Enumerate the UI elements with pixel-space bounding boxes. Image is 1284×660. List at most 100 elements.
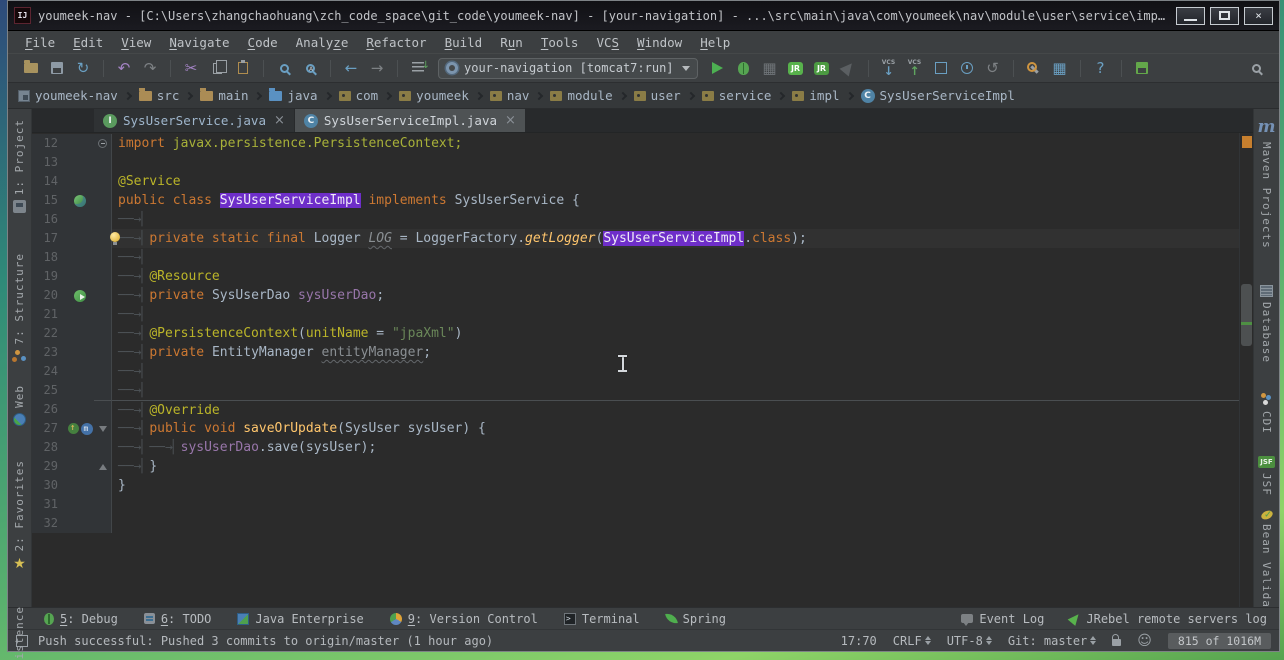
line-number[interactable]: 32 [32,514,66,533]
code-line[interactable]: 19──→▏@Resource [32,267,1239,286]
code-token[interactable]: private static final [149,231,313,246]
tool-window-button-maven-projects[interactable]: mMaven Projects [1258,117,1276,249]
menu-run[interactable]: Run [491,33,532,52]
autowired-icon[interactable] [74,290,86,302]
code-text[interactable]: ──→▏@PersistenceContext(unitName = "jpaX… [112,324,1239,343]
tool-window-button-event-log[interactable]: Event Log [961,612,1044,626]
fold-gutter[interactable] [94,153,112,172]
tab-whitespace[interactable]: ──→▏ [118,421,149,436]
synchronize-icon[interactable]: ↻ [71,56,95,80]
tool-window-button-cdi[interactable]: CDI [1260,393,1273,434]
code-token[interactable]: implements [368,193,446,208]
line-number[interactable]: 13 [32,153,66,172]
breadcrumb-item-impl[interactable]: impl [792,88,839,103]
line-number[interactable]: 19 [32,267,66,286]
line-number[interactable]: 26 [32,400,66,419]
line-number[interactable]: 23 [32,343,66,362]
menu-view[interactable]: View [112,33,160,52]
editor-scrollbar-thumb[interactable] [1241,284,1252,346]
code-text[interactable] [112,153,1239,172]
menu-tools[interactable]: Tools [532,33,588,52]
open-folder-icon-button[interactable] [19,56,43,80]
memory-indicator[interactable]: 815 of 1016M [1168,633,1271,649]
code-token[interactable]: sysUserDao [181,440,259,455]
overriding-method-icon[interactable] [68,423,79,434]
code-token[interactable]: ) [455,326,463,341]
tool-window-button-jsf[interactable]: JSFJSF [1258,456,1274,496]
code-text[interactable]: public class SysUserServiceImpl implemen… [112,191,1239,210]
code-line[interactable]: 12import javax.persistence.PersistenceCo… [32,134,1239,153]
breadcrumb-item-user[interactable]: user [634,88,681,103]
fold-minus-icon[interactable] [98,139,107,148]
line-number[interactable]: 22 [32,324,66,343]
code-token[interactable] [165,136,173,151]
warning-stripe-mark[interactable] [1242,136,1252,148]
code-token[interactable]: SysUserService { [447,193,580,208]
fold-gutter[interactable] [94,191,112,210]
tab-whitespace[interactable]: ──→▏ [118,269,149,284]
fold-gutter[interactable] [94,495,112,514]
fold-gutter[interactable] [94,514,112,533]
code-token[interactable]: ); [791,231,807,246]
cut-icon[interactable]: ✂ [179,56,203,80]
readonly-lock-widget[interactable] [1112,636,1121,646]
tool-window-button-java-enterprise[interactable]: Java Enterprise [237,612,363,626]
run-icon-button[interactable] [706,56,730,80]
fold-gutter[interactable] [94,381,112,400]
code-token[interactable]: ( [298,326,306,341]
code-token[interactable]: (SysUser sysUser) { [337,421,486,436]
code-token[interactable]: EntityManager [212,345,322,360]
vcs-stripe-mark[interactable] [1241,322,1252,325]
vcs-commit-icon[interactable]: VCS↑ [903,56,927,80]
fold-gutter[interactable] [94,229,112,248]
fold-gutter[interactable] [94,324,112,343]
code-line[interactable]: 26──→▏@Override [32,400,1239,419]
coverage-icon[interactable]: ▦ [758,56,782,80]
rollback-icon[interactable]: ↺ [981,56,1005,80]
code-token[interactable]: sysUserDao [298,288,376,303]
fold-gutter[interactable] [94,172,112,191]
fold-gutter[interactable] [94,362,112,381]
breadcrumb-item-src[interactable]: src [139,88,180,103]
vcs-branch-widget[interactable]: Git: master [1008,634,1096,648]
shelve-icon-button[interactable] [929,56,953,80]
undo-icon[interactable]: ↶ [112,56,136,80]
menu-help[interactable]: Help [691,33,739,52]
tool-window-button-9-version-control[interactable]: 9: Version Control [390,612,538,626]
back-icon[interactable]: ← [339,56,363,80]
code-line[interactable]: 16──→▏ [32,210,1239,229]
breadcrumb-item-youmeek[interactable]: youmeek [399,88,469,103]
caret-position-widget[interactable]: 17:70 [841,634,877,648]
tool-window-button-5-debug[interactable]: 5: Debug [44,612,118,626]
tool-window-button-6-todo[interactable]: 6: TODO [144,612,212,626]
line-number[interactable]: 28 [32,438,66,457]
code-token[interactable]: } [118,478,126,493]
line-number[interactable]: 18 [32,248,66,267]
debug-toolbar-icon-button[interactable] [732,56,756,80]
fold-gutter[interactable] [94,305,112,324]
breadcrumb-item-nav[interactable]: nav [490,88,530,103]
save-all-icon-button[interactable] [45,56,69,80]
tab-whitespace[interactable]: ──→▏ [118,212,149,227]
code-text[interactable]: ──→▏private SysUserDao sysUserDao; [112,286,1239,305]
title-bar[interactable]: IJ youmeek-nav - [C:\Users\zhangchaohuan… [8,1,1279,31]
breadcrumb-item-SysUserServiceImpl[interactable]: CSysUserServiceImpl [861,88,1015,103]
breadcrumb-item-service[interactable]: service [702,88,772,103]
line-number[interactable]: 21 [32,305,66,324]
code-line[interactable]: 15public class SysUserServiceImpl implem… [32,191,1239,210]
code-text[interactable]: ──→▏public void saveOrUpdate(SysUser sys… [112,419,1239,438]
code-line[interactable]: 29──→▏} [32,457,1239,476]
code-token[interactable]: ; [376,288,384,303]
code-text[interactable]: ──→▏private static final Logger LOG = Lo… [112,229,1239,248]
breadcrumb-item-youmeek-nav[interactable]: youmeek-nav [18,88,118,103]
code-line[interactable]: 21──→▏ [32,305,1239,324]
line-number[interactable]: 24 [32,362,66,381]
fold-gutter[interactable] [94,438,112,457]
menu-build[interactable]: Build [436,33,492,52]
fold-gutter[interactable] [94,400,112,419]
tab-whitespace[interactable]: ──→▏ [118,288,149,303]
line-number[interactable]: 31 [32,495,66,514]
menu-navigate[interactable]: Navigate [160,33,238,52]
code-token[interactable]: ; [423,345,431,360]
editor-tab-SysUserServiceImpl.java[interactable]: CSysUserServiceImpl.java× [295,109,525,132]
